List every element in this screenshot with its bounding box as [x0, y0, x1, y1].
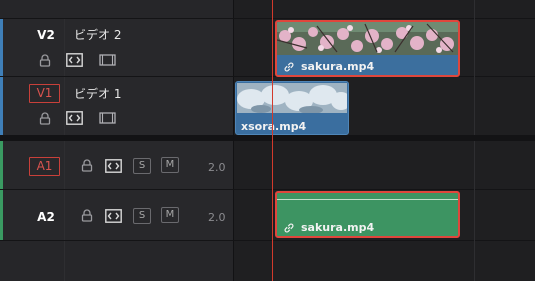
track-level-a1: 2.0	[208, 161, 226, 174]
mute-button[interactable]: M	[161, 207, 179, 223]
track-header-v2[interactable]: V2 ビデオ 2	[0, 18, 233, 76]
audio-level-line	[277, 199, 458, 200]
audio-track-accent	[0, 190, 3, 240]
clip-label: xsora.mp4	[241, 120, 307, 133]
lock-icon[interactable]	[81, 159, 93, 172]
track-header-a1[interactable]: A1 S M 2.0	[0, 141, 233, 189]
solo-button[interactable]: S	[133, 158, 151, 174]
mute-button[interactable]: M	[161, 157, 179, 173]
clip-a2-sakura-audio[interactable]: sakura.mp4	[275, 191, 460, 238]
row-separator	[0, 189, 535, 190]
clip-thumbnail-sky	[237, 83, 347, 113]
timeline-grid-line	[474, 0, 475, 135]
header-divider	[64, 141, 65, 281]
lock-icon[interactable]	[39, 54, 51, 67]
video-track-accent	[0, 77, 3, 135]
track-name-a1[interactable]: A1	[29, 157, 60, 176]
timeline-grid-line	[474, 141, 475, 281]
track-name-v1[interactable]: V1	[29, 84, 60, 103]
track-name-v2[interactable]: V2	[34, 25, 58, 45]
link-icon	[284, 223, 294, 233]
row-separator	[0, 240, 535, 241]
clip-v2-sakura[interactable]: sakura.mp4	[275, 20, 460, 77]
lock-icon[interactable]	[81, 209, 93, 222]
track-title-v2[interactable]: ビデオ 2	[74, 26, 121, 43]
track-title-v1[interactable]: ビデオ 1	[74, 85, 121, 102]
link-icon	[284, 62, 294, 72]
playhead[interactable]	[272, 0, 273, 281]
monitor-icon[interactable]	[99, 112, 116, 124]
track-name-a2[interactable]: A2	[34, 207, 58, 227]
track-header-a2[interactable]: A2 S M 2.0	[0, 190, 233, 240]
track-header-bottom	[0, 240, 233, 281]
clip-thumbnail-cherry-blossom	[277, 22, 458, 55]
track-header-top	[0, 0, 233, 18]
header-timeline-divider[interactable]	[233, 0, 234, 281]
clip-v1-xsora[interactable]: xsora.mp4	[235, 81, 349, 135]
auto-select-icon[interactable]	[105, 159, 122, 173]
auto-select-icon[interactable]	[66, 53, 83, 67]
clip-label: sakura.mp4	[301, 60, 375, 73]
clip-label: sakura.mp4	[301, 221, 375, 234]
track-header-v1[interactable]: V1 ビデオ 1	[0, 77, 233, 135]
lock-icon[interactable]	[39, 112, 51, 125]
solo-button[interactable]: S	[133, 208, 151, 224]
monitor-icon[interactable]	[99, 54, 116, 66]
track-level-a2: 2.0	[208, 211, 226, 224]
video-track-accent	[0, 18, 3, 76]
auto-select-icon[interactable]	[66, 111, 83, 125]
auto-select-icon[interactable]	[105, 209, 122, 223]
row-separator	[0, 18, 535, 19]
audio-track-accent	[0, 141, 3, 189]
